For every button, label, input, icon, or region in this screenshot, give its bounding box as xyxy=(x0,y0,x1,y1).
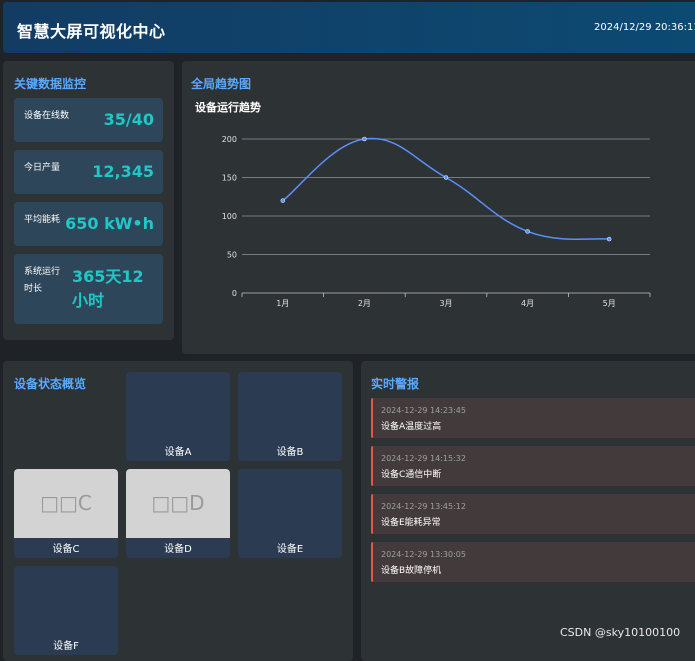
trend-line-chart: 0 50 100 150 200 1月 2月 3月 4月 5月 xyxy=(222,135,651,308)
device-card-e[interactable]: 设备E xyxy=(238,469,342,558)
device-label: 设备A xyxy=(164,447,192,458)
alert-message: 设备C通信中断 xyxy=(381,470,442,480)
series-line xyxy=(282,137,610,241)
datetime-display: 2024/12/29 20:36:11 xyxy=(594,22,695,33)
device-label: 设备C xyxy=(52,544,80,555)
alerts-panel-title: 实时警报 xyxy=(371,377,420,391)
alert-message: 设备B故障停机 xyxy=(381,566,442,576)
device-label: 设备E xyxy=(276,544,304,555)
alert-time: 2024-12-29 13:45:12 xyxy=(381,502,466,511)
alert-message: 设备E能耗异常 xyxy=(381,518,441,528)
data-point xyxy=(280,198,286,203)
device-card-b[interactable]: 设备B xyxy=(238,372,342,461)
header-bar: 智慧大屏可视化中心 2024/12/29 20:36:11 xyxy=(3,2,695,53)
device-image-placeholder: □□D xyxy=(126,469,230,538)
kpi-label: 系统运行时长 xyxy=(24,267,61,294)
x-tick-label: 3月 xyxy=(439,299,452,308)
y-tick-label: 100 xyxy=(222,212,237,221)
data-point xyxy=(362,136,367,142)
alert-message: 设备A温度过高 xyxy=(381,422,442,432)
alert-item[interactable]: 2024-12-29 14:15:32 设备C通信中断 xyxy=(371,446,695,486)
device-label: 设备D xyxy=(164,544,192,555)
watermark: CSDN @sky10100100 xyxy=(560,626,681,639)
alert-item[interactable]: 2024-12-29 14:23:45 设备A温度过高 xyxy=(371,398,695,438)
device-image-placeholder: □□C xyxy=(14,469,118,538)
kpi-value: 12,345 xyxy=(92,162,154,181)
x-tick-label: 5月 xyxy=(603,299,616,308)
device-card-a[interactable]: 设备A xyxy=(126,372,230,461)
page-title: 智慧大屏可视化中心 xyxy=(17,22,166,41)
alert-time: 2024-12-29 14:23:45 xyxy=(381,406,466,415)
alert-time: 2024-12-29 14:15:32 xyxy=(381,454,466,463)
device-card-d[interactable]: □□D 设备D xyxy=(126,469,230,558)
y-tick-label: 150 xyxy=(222,174,237,183)
kpi-card-online: 设备在线数 35/40 xyxy=(14,98,163,142)
device-panel: 设备状态概览 设备A 设备B □□C 设备C □□D 设备D 设备E 设备F xyxy=(3,361,353,661)
kpi-panel-title: 关键数据监控 xyxy=(14,77,87,91)
kpi-card-energy: 平均能耗 650 kW•h xyxy=(14,202,163,246)
y-tick-label: 0 xyxy=(232,289,237,298)
trend-panel: 全局趋势图 设备运行趋势 0 50 100 150 200 1月 2月 3月 4月 5月 xyxy=(182,61,695,354)
data-point xyxy=(525,229,530,234)
y-tick-label: 200 xyxy=(222,135,237,144)
data-point xyxy=(443,175,449,180)
kpi-label: 设备在线数 xyxy=(24,111,70,121)
kpi-card-uptime: 系统运行时长 365天12小时 xyxy=(14,254,163,324)
device-panel-title: 设备状态概览 xyxy=(14,377,87,391)
x-tick-label: 4月 xyxy=(521,299,534,308)
device-label: 设备B xyxy=(276,447,304,458)
y-tick-label: 50 xyxy=(227,251,237,260)
kpi-value: 365天12小时 xyxy=(72,267,144,310)
kpi-label: 今日产量 xyxy=(24,163,61,173)
x-tick-label: 1月 xyxy=(276,299,289,308)
device-label: 设备F xyxy=(53,641,79,652)
kpi-card-output: 今日产量 12,345 xyxy=(14,150,163,194)
device-card-c[interactable]: □□C 设备C xyxy=(14,469,118,558)
alerts-panel: 实时警报 2024-12-29 14:23:45 设备A温度过高 2024-12… xyxy=(361,361,695,661)
alert-item[interactable]: 2024-12-29 13:30:05 设备B故障停机 xyxy=(371,542,695,582)
x-tick-label: 2月 xyxy=(358,299,371,308)
alert-time: 2024-12-29 13:30:05 xyxy=(381,550,466,559)
device-card-f[interactable]: 设备F xyxy=(14,566,118,655)
kpi-panel: 关键数据监控 设备在线数 35/40 今日产量 12,345 平均能耗 650 … xyxy=(3,61,174,340)
kpi-value: 650 kW•h xyxy=(65,214,154,233)
kpi-label: 平均能耗 xyxy=(24,215,61,225)
data-point xyxy=(606,236,612,242)
alert-item[interactable]: 2024-12-29 13:45:12 设备E能耗异常 xyxy=(371,494,695,534)
kpi-value: 35/40 xyxy=(103,110,154,129)
